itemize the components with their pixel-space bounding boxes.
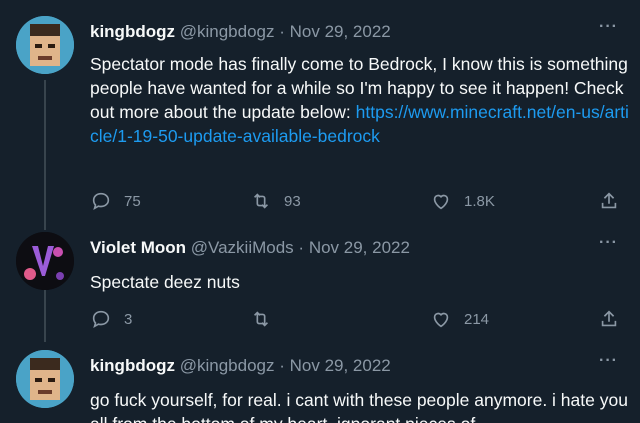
tweet[interactable]: kingbdogz @kingbdogz · Nov 29, 2022 ··· … — [0, 342, 640, 423]
display-name[interactable]: Violet Moon — [90, 238, 186, 257]
share-button[interactable] — [598, 308, 620, 330]
tweet-date[interactable]: Nov 29, 2022 — [290, 22, 391, 41]
tweet-actions: 3 214 — [90, 308, 630, 334]
share-button[interactable] — [598, 190, 620, 212]
reply-count: 75 — [124, 192, 141, 210]
reply-count: 3 — [124, 310, 133, 328]
user-handle[interactable]: @VazkiiMods — [191, 238, 294, 257]
retweet-icon — [253, 193, 269, 209]
tweet-actions: 75 93 1.8K — [90, 190, 630, 216]
display-name[interactable]: kingbdogz — [90, 356, 175, 375]
tweet-date[interactable]: Nov 29, 2022 — [309, 238, 410, 257]
reply-button[interactable]: 3 — [90, 308, 132, 330]
tweet-header: Violet Moon @VazkiiMods · Nov 29, 2022 — [90, 238, 410, 258]
like-icon — [433, 312, 449, 328]
retweet-icon — [253, 311, 269, 327]
avatar[interactable] — [16, 16, 74, 74]
like-count: 214 — [464, 310, 490, 328]
retweet-button[interactable]: 93 — [250, 190, 301, 212]
like-icon — [433, 194, 449, 210]
like-count: 1.8K — [464, 192, 495, 210]
like-button[interactable]: 1.8K — [430, 190, 495, 212]
tweet-date[interactable]: Nov 29, 2022 — [290, 356, 391, 375]
tweet-text: Spectator mode has finally come to Bedro… — [90, 52, 630, 148]
retweet-count: 93 — [284, 192, 301, 210]
share-icon — [601, 310, 617, 327]
tweet[interactable]: kingbdogz @kingbdogz · Nov 29, 2022 ··· … — [0, 0, 640, 230]
avatar[interactable] — [16, 350, 74, 408]
reply-icon — [92, 192, 110, 211]
separator-dot: · — [279, 356, 285, 375]
reply-icon — [92, 310, 110, 329]
tweet-header: kingbdogz @kingbdogz · Nov 29, 2022 — [90, 356, 391, 376]
retweet-button[interactable] — [250, 308, 284, 330]
tweet-text: Spectate deez nuts — [90, 272, 240, 292]
tweet-header: kingbdogz @kingbdogz · Nov 29, 2022 — [90, 22, 391, 42]
share-icon — [601, 192, 617, 209]
tweet-text: go fuck yourself, for real. i cant with … — [90, 390, 628, 423]
more-icon[interactable]: ··· — [599, 18, 618, 36]
separator-dot: · — [279, 22, 285, 41]
separator-dot: · — [298, 238, 305, 257]
user-handle[interactable]: @kingbdogz — [180, 356, 275, 375]
avatar[interactable] — [16, 232, 74, 290]
more-icon[interactable]: ··· — [599, 234, 618, 252]
like-button[interactable]: 214 — [430, 308, 489, 330]
user-handle[interactable]: @kingbdogz — [180, 22, 275, 41]
reply-button[interactable]: 75 — [90, 190, 141, 212]
more-icon[interactable]: ··· — [599, 352, 618, 370]
tweet[interactable]: Violet Moon @VazkiiMods · Nov 29, 2022 ·… — [0, 230, 640, 342]
display-name[interactable]: kingbdogz — [90, 22, 175, 41]
